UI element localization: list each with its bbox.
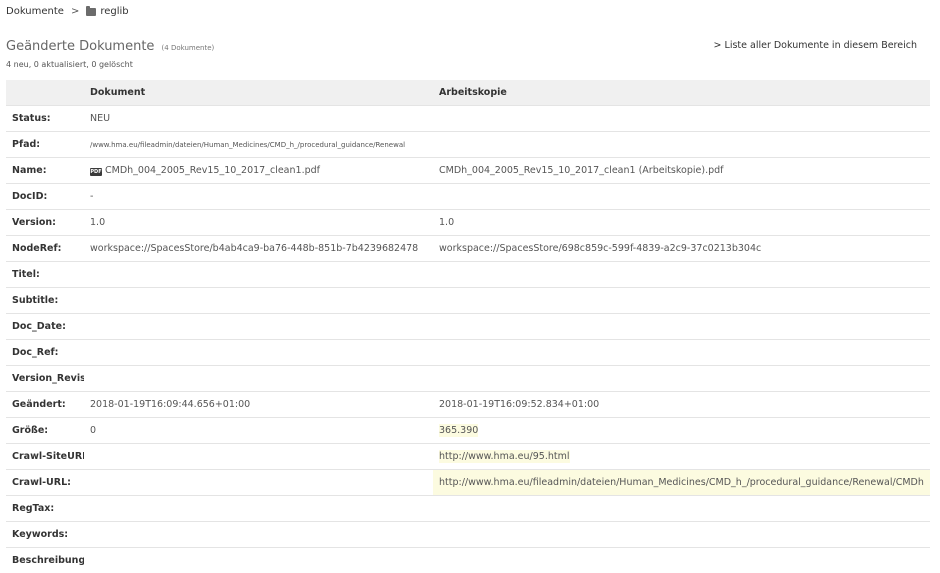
pdf-icon: PDF bbox=[90, 168, 102, 176]
document-name-link[interactable]: CMDh_004_2005_Rev15_10_2017_clean1.pdf bbox=[105, 165, 320, 176]
column-header-working-copy: Arbeitskopie bbox=[433, 80, 930, 106]
table-header-row: Dokument Arbeitskopie bbox=[6, 80, 930, 106]
table-row-titel: Titel: bbox=[6, 261, 930, 288]
working-copy-value bbox=[433, 339, 930, 366]
row-label: Doc_Date: bbox=[6, 313, 84, 340]
document-value: PDF CMDh_004_2005_Rev15_10_2017_clean1.pd… bbox=[84, 157, 433, 184]
page-title: Geänderte Dokumente bbox=[6, 39, 155, 54]
table-row-name: Name: PDF CMDh_004_2005_Rev15_10_2017_cle… bbox=[6, 157, 930, 184]
row-label: NodeRef: bbox=[6, 235, 84, 262]
document-value bbox=[84, 287, 433, 314]
folder-icon bbox=[86, 5, 97, 16]
row-label: DocID: bbox=[6, 183, 84, 210]
document-value: /www.hma.eu/fileadmin/dateien/Human_Medi… bbox=[84, 131, 433, 158]
document-value bbox=[84, 521, 433, 548]
document-value: 0 bbox=[84, 417, 433, 444]
document-value: 2018-01-19T16:09:44.656+01:00 bbox=[84, 391, 433, 418]
document-value bbox=[84, 261, 433, 288]
document-value bbox=[84, 313, 433, 340]
row-label: RegTax: bbox=[6, 495, 84, 522]
working-copy-value: 1.0 bbox=[433, 209, 930, 236]
document-diff-table: Dokument Arbeitskopie Status: NEU Pfad: … bbox=[6, 80, 930, 573]
table-row-crawl-url: Crawl-URL: http://www.hma.eu/fileadmin/d… bbox=[6, 469, 930, 496]
working-copy-value bbox=[433, 521, 930, 548]
row-label: Beschreibung: bbox=[6, 547, 84, 573]
document-value bbox=[84, 469, 433, 496]
row-label: Version_Revision: bbox=[6, 365, 84, 392]
working-copy-value: CMDh_004_2005_Rev15_10_2017_clean1 (Arbe… bbox=[433, 157, 930, 184]
row-label: Crawl-URL: bbox=[6, 469, 84, 496]
working-copy-value bbox=[433, 287, 930, 314]
working-copy-value: 365.390 bbox=[433, 417, 930, 444]
row-label: Größe: bbox=[6, 417, 84, 444]
working-copy-value: http://www.hma.eu/95.html bbox=[433, 443, 930, 470]
breadcrumb-folder-link[interactable]: reglib bbox=[100, 6, 128, 17]
table-row-status: Status: NEU bbox=[6, 105, 930, 132]
table-row-geaendert: Geändert: 2018-01-19T16:09:44.656+01:00 … bbox=[6, 391, 930, 418]
table-row-version: Version: 1.0 1.0 bbox=[6, 209, 930, 236]
title-row: Geänderte Dokumente (4 Dokumente) bbox=[6, 35, 214, 54]
document-value: workspace://SpacesStore/b4ab4ca9-ba76-44… bbox=[84, 235, 433, 262]
table-row-regtax: RegTax: bbox=[6, 495, 930, 522]
column-header-document: Dokument bbox=[84, 80, 433, 106]
working-copy-value bbox=[433, 495, 930, 522]
working-copy-value: http://www.hma.eu/fileadmin/dateien/Huma… bbox=[433, 469, 930, 496]
breadcrumb-root-link[interactable]: Dokumente bbox=[6, 6, 64, 17]
working-copy-value bbox=[433, 131, 930, 158]
row-label: Status: bbox=[6, 105, 84, 132]
working-copy-value bbox=[433, 183, 930, 210]
row-label: Titel: bbox=[6, 261, 84, 288]
working-copy-value bbox=[433, 313, 930, 340]
working-copy-value: workspace://SpacesStore/698c859c-599f-48… bbox=[433, 235, 930, 262]
table-row-pfad: Pfad: /www.hma.eu/fileadmin/dateien/Huma… bbox=[6, 131, 930, 158]
working-copy-value bbox=[433, 105, 930, 132]
working-copy-value bbox=[433, 365, 930, 392]
row-label: Keywords: bbox=[6, 521, 84, 548]
row-label: Name: bbox=[6, 157, 84, 184]
table-row-crawl-siteurl: Crawl-SiteURL: http://www.hma.eu/95.html bbox=[6, 443, 930, 470]
page: Dokumente > reglib Geänderte Dokumente (… bbox=[0, 0, 940, 573]
document-value bbox=[84, 495, 433, 522]
crawl-siteurl-link[interactable]: http://www.hma.eu/95.html bbox=[439, 450, 570, 463]
row-label: Subtitle: bbox=[6, 287, 84, 314]
table-row-beschreibung: Beschreibung: bbox=[6, 547, 930, 573]
crawl-url-link[interactable]: http://www.hma.eu/fileadmin/dateien/Huma… bbox=[439, 477, 924, 488]
working-copy-value: 2018-01-19T16:09:52.834+01:00 bbox=[433, 391, 930, 418]
document-value bbox=[84, 365, 433, 392]
column-header-label bbox=[6, 80, 84, 106]
table-row-noderef: NodeRef: workspace://SpacesStore/b4ab4ca… bbox=[6, 235, 930, 262]
table-row-docid: DocID: - bbox=[6, 183, 930, 210]
row-label: Version: bbox=[6, 209, 84, 236]
document-value bbox=[84, 339, 433, 366]
table-row-keywords: Keywords: bbox=[6, 521, 930, 548]
row-label: Doc_Ref: bbox=[6, 339, 84, 366]
row-label: Pfad: bbox=[6, 131, 84, 158]
table-row-doc-date: Doc_Date: bbox=[6, 313, 930, 340]
working-copy-value bbox=[433, 261, 930, 288]
breadcrumb-separator: > bbox=[70, 6, 80, 17]
document-value: NEU bbox=[84, 105, 433, 132]
document-value: - bbox=[84, 183, 433, 210]
change-summary: 4 neu, 0 aktualisiert, 0 gelöscht bbox=[6, 60, 133, 69]
table-row-subtitle: Subtitle: bbox=[6, 287, 930, 314]
row-label: Crawl-SiteURL: bbox=[6, 443, 84, 470]
document-count: (4 Dokumente) bbox=[161, 44, 215, 52]
changed-value: 365.390 bbox=[439, 424, 479, 437]
row-label: Geändert: bbox=[6, 391, 84, 418]
document-value bbox=[84, 547, 433, 573]
all-documents-link[interactable]: > Liste aller Dokumente in diesem Bereic… bbox=[714, 40, 917, 51]
document-value bbox=[84, 443, 433, 470]
table-row-groesse: Größe: 0 365.390 bbox=[6, 417, 930, 444]
breadcrumb: Dokumente > reglib bbox=[6, 5, 129, 17]
table-row-version-revision: Version_Revision: bbox=[6, 365, 930, 392]
document-value: 1.0 bbox=[84, 209, 433, 236]
working-copy-value bbox=[433, 547, 930, 573]
table-row-doc-ref: Doc_Ref: bbox=[6, 339, 930, 366]
